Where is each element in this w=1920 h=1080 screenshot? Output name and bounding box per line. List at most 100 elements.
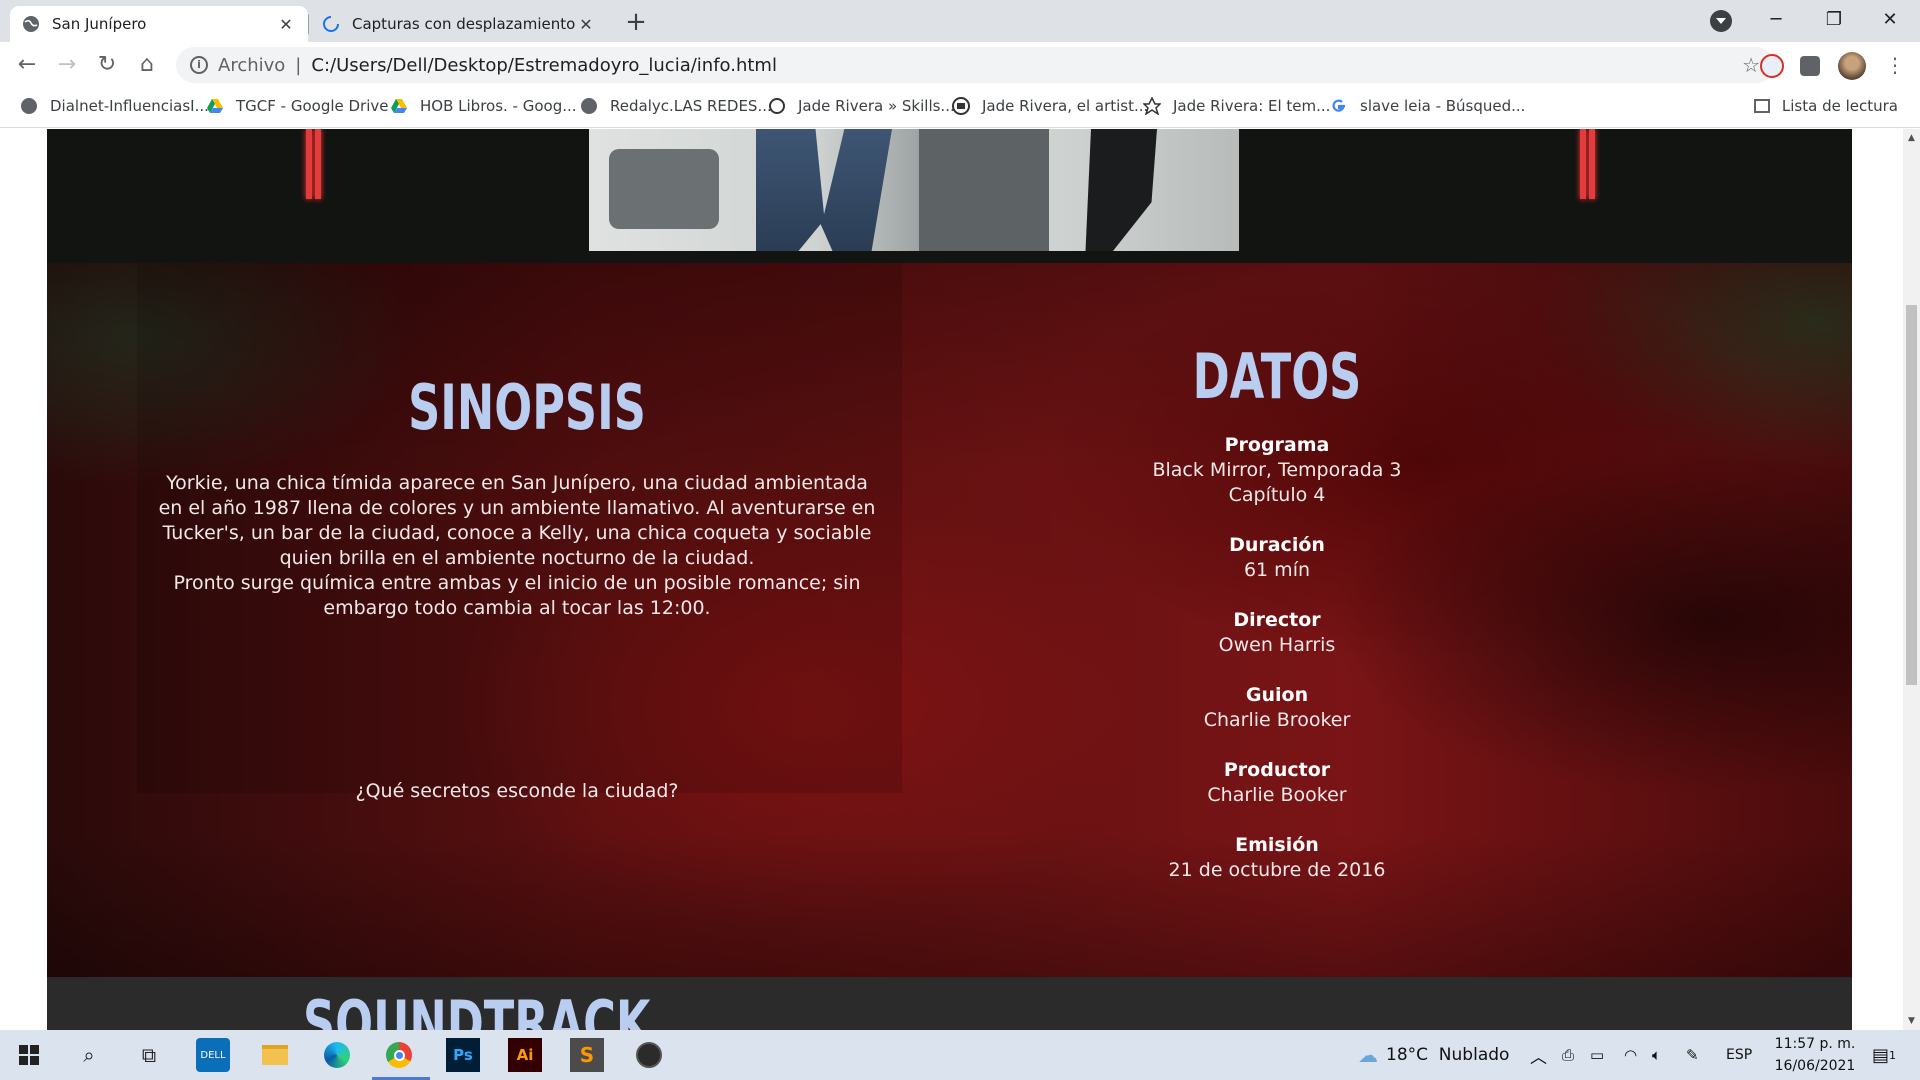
- clock-time: 11:57 p. m.: [1774, 1036, 1856, 1052]
- clock[interactable]: 11:57 p. m. 16/06/2021: [1760, 1033, 1870, 1077]
- reading-list-icon: [1753, 99, 1770, 113]
- dato-value: 21 de octubre de 2016: [1168, 859, 1386, 881]
- close-window-button[interactable]: ✕: [1862, 0, 1918, 42]
- dato-emision: Emisión 21 de octubre de 2016: [1127, 833, 1427, 883]
- task-view-icon[interactable]: ⧉: [132, 1038, 166, 1072]
- profile-avatar[interactable]: [1838, 52, 1866, 80]
- sublime-text-icon[interactable]: S: [570, 1038, 604, 1072]
- forward-arrow-icon[interactable]: →: [52, 50, 82, 80]
- extension-icon[interactable]: [1760, 54, 1784, 78]
- bookmark-label: Jade Rivera, el artist...: [982, 97, 1149, 115]
- menu-kebab-icon[interactable]: ⋮: [1880, 50, 1910, 80]
- site-logo-icon: [952, 97, 970, 115]
- address-separator: |: [295, 54, 302, 76]
- dato-label: Programa: [1224, 434, 1330, 456]
- bookmark-item[interactable]: Jade Rivera: El tem...: [1143, 88, 1330, 124]
- bookmark-label: Dialnet-InfluenciasI...: [50, 97, 209, 115]
- address-url[interactable]: C:/Users/Dell/Desktop/Estremadoyro_lucia…: [311, 55, 777, 76]
- bookmark-item[interactable]: Redalyc.LAS REDES...: [580, 88, 772, 124]
- search-icon[interactable]: ⌕: [72, 1038, 106, 1072]
- notifications-icon[interactable]: ▤ 1: [1872, 1030, 1896, 1080]
- globe-icon: [581, 98, 597, 114]
- datos-heading: DATOS: [1192, 340, 1362, 413]
- volume-icon[interactable]: 🔈︎: [1652, 1030, 1661, 1080]
- bookmark-item[interactable]: Jade Rivera, el artist...: [952, 88, 1148, 124]
- notification-count: 1: [1889, 1048, 1897, 1062]
- bookmark-item[interactable]: TGCF - Google Drive: [206, 88, 389, 124]
- dato-label: Guion: [1245, 684, 1309, 706]
- close-tab-icon[interactable]: ✕: [576, 15, 596, 34]
- tab-strip: San Junípero ✕ Capturas con desplazamien…: [0, 0, 1920, 42]
- bookmark-label: Jade Rivera: El tem...: [1173, 97, 1331, 115]
- language-indicator[interactable]: ESP: [1726, 1030, 1752, 1080]
- image-chair: [609, 149, 719, 229]
- photoshop-icon[interactable]: Ps: [446, 1038, 480, 1072]
- battery-icon[interactable]: ▭: [1590, 1030, 1604, 1080]
- edge-icon[interactable]: [320, 1038, 354, 1072]
- bookmark-item[interactable]: HOB Libros. - Goog...: [390, 88, 577, 124]
- bookmark-label: TGCF - Google Drive: [236, 97, 389, 115]
- dato-value: Black Mirror, Temporada 3 Capítulo 4: [1152, 459, 1402, 506]
- new-tab-button[interactable]: +: [622, 8, 650, 36]
- puzzle-extensions-icon[interactable]: [1800, 56, 1820, 76]
- windows-taskbar: ⌕ ⧉ DELL Ps Ai S ☁ 18°C Nublado ︿ ⎙ ▭ ◠ …: [0, 1030, 1920, 1080]
- page: SINOPSIS Yorkie, una chica tímida aparec…: [47, 129, 1852, 1030]
- site-info-icon[interactable]: i: [190, 56, 208, 74]
- meet-now-icon[interactable]: ⎙: [1562, 1030, 1574, 1080]
- dato-duracion: Duración 61 mín: [1127, 533, 1427, 583]
- chrome-icon[interactable]: [382, 1038, 416, 1072]
- address-bar[interactable]: i Archivo | C:/Users/Dell/Desktop/Estrem…: [176, 47, 1774, 83]
- google-g-icon: [1332, 99, 1345, 112]
- site-logo-icon: [769, 98, 785, 114]
- tab-san-junipero[interactable]: San Junípero ✕: [10, 6, 308, 42]
- weather-text: 18°C Nublado: [1386, 1045, 1510, 1065]
- site-logo-icon: [1143, 97, 1161, 115]
- reading-list-button[interactable]: Lista de lectura: [1753, 88, 1898, 124]
- bookmark-item[interactable]: Jade Rivera » Skills...: [768, 88, 955, 124]
- bookmark-item[interactable]: slave leia - Búsqued...: [1330, 88, 1525, 124]
- page-scrollbar[interactable]: ▲ ▼: [1903, 129, 1920, 1030]
- dell-app-icon[interactable]: DELL: [196, 1038, 230, 1072]
- sinopsis-question: ¿Qué secretos esconde la ciudad?: [355, 780, 679, 802]
- datos-list: Programa Black Mirror, Temporada 3 Capít…: [1127, 433, 1427, 908]
- image-figure: [1085, 129, 1157, 251]
- home-icon[interactable]: ⌂: [132, 50, 162, 80]
- close-tab-icon[interactable]: ✕: [276, 15, 296, 34]
- episode-still-image: [589, 129, 1239, 251]
- image-figure: [756, 129, 892, 251]
- dato-director: Director Owen Harris: [1127, 608, 1427, 658]
- tab-search-icon[interactable]: [1710, 10, 1732, 32]
- scroll-down-arrow-icon[interactable]: ▼: [1906, 1014, 1917, 1028]
- reload-icon[interactable]: ↻: [92, 50, 122, 80]
- bookmark-item[interactable]: Dialnet-InfluenciasI...: [20, 88, 209, 124]
- dato-value: Owen Harris: [1218, 634, 1336, 656]
- file-explorer-icon[interactable]: [258, 1038, 292, 1072]
- reading-list-label: Lista de lectura: [1781, 97, 1898, 115]
- obs-icon[interactable]: [632, 1038, 666, 1072]
- show-hidden-icons-chevron-icon[interactable]: ︿: [1530, 1030, 1547, 1080]
- illustrator-icon[interactable]: Ai: [508, 1038, 542, 1072]
- back-arrow-icon[interactable]: ←: [12, 50, 42, 80]
- soundtrack-section: SOUNDTRACK: [47, 977, 1852, 1030]
- tab-capturas[interactable]: Capturas con desplazamiento para ✕: [310, 6, 608, 42]
- google-drive-icon: [391, 99, 407, 113]
- loading-spinner-icon: [323, 16, 339, 32]
- bookmark-star-icon[interactable]: ☆: [1742, 53, 1760, 77]
- tab-title: Capturas con desplazamiento para: [352, 15, 576, 33]
- minimize-button[interactable]: ─: [1748, 0, 1804, 42]
- dato-label: Duración: [1229, 534, 1325, 556]
- pen-icon[interactable]: ✎: [1686, 1030, 1699, 1080]
- restore-button[interactable]: ❐: [1806, 0, 1862, 42]
- dato-value: Charlie Booker: [1207, 784, 1347, 806]
- scrollbar-thumb[interactable]: [1906, 305, 1917, 685]
- scroll-up-arrow-icon[interactable]: ▲: [1906, 131, 1917, 145]
- wifi-icon[interactable]: ◠: [1624, 1030, 1637, 1080]
- bookmark-label: Jade Rivera » Skills...: [798, 97, 955, 115]
- tab-divider: [308, 14, 309, 34]
- address-scheme: Archivo: [218, 54, 286, 76]
- weather-widget[interactable]: ☁ 18°C Nublado: [1358, 1030, 1509, 1080]
- dato-guion: Guion Charlie Brooker: [1127, 683, 1427, 733]
- notification-glyph: ▤: [1872, 1044, 1890, 1066]
- windows-start-icon[interactable]: [12, 1038, 46, 1072]
- dato-label: Director: [1233, 609, 1321, 631]
